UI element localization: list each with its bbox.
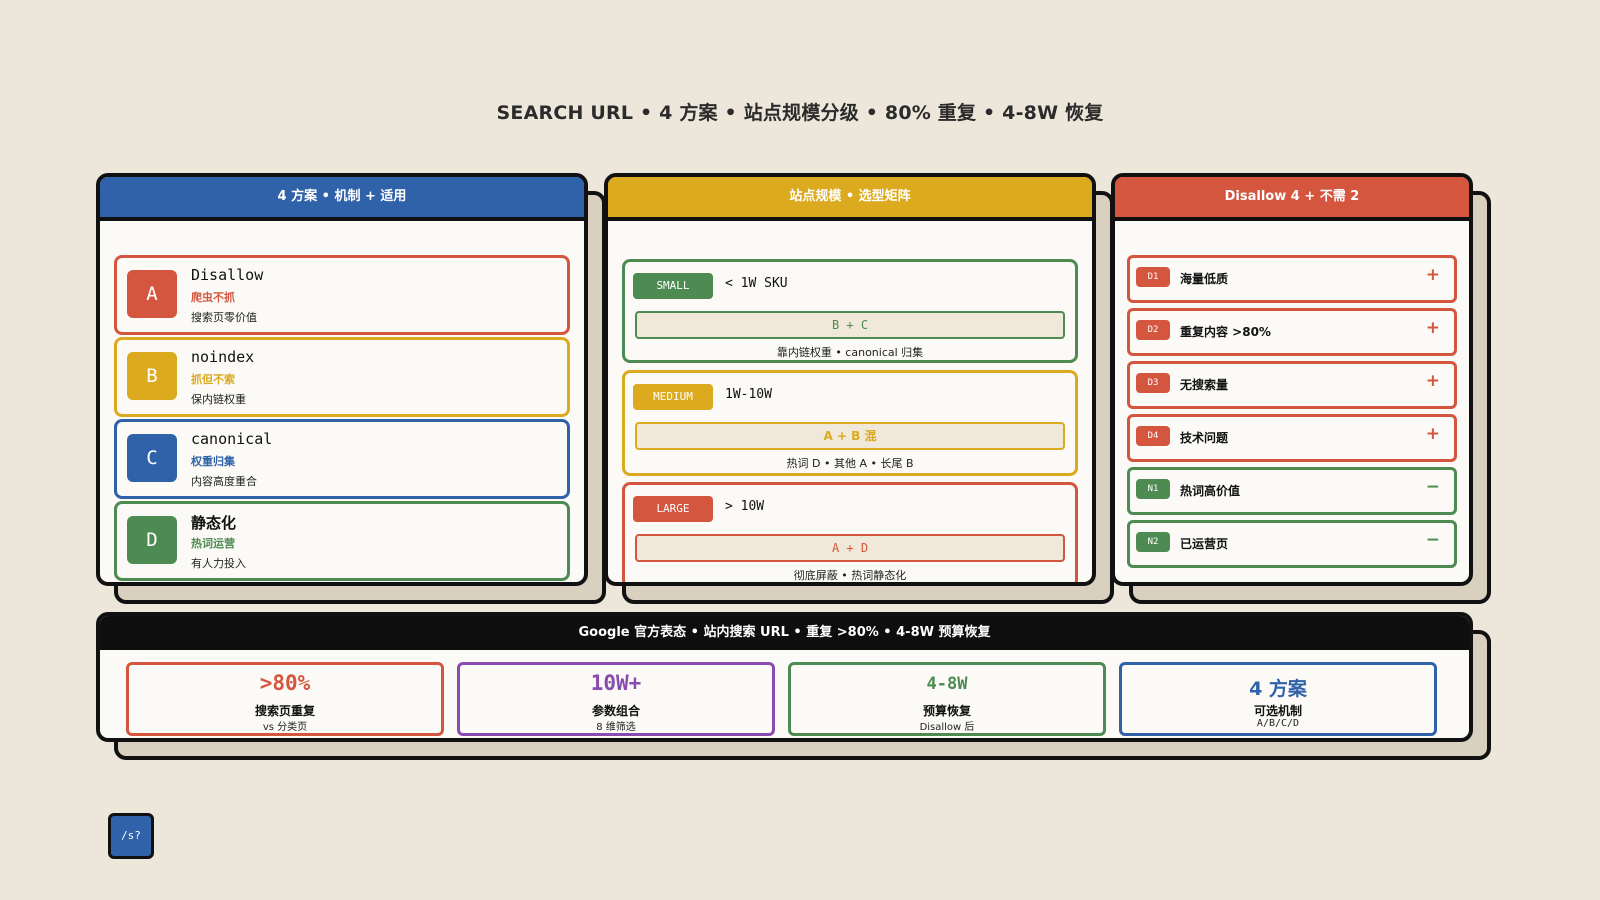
row-label: 已运营页 <box>1180 537 1229 551</box>
stat-card: 10W+ 参数组合 8 维筛选 <box>457 662 775 736</box>
stat-label: 参数组合 <box>591 704 640 718</box>
row-tag: D1 <box>1136 267 1170 287</box>
plus-icon: + <box>1425 318 1440 338</box>
stat-value: 10W+ <box>590 671 642 695</box>
size-tag: SMALL <box>633 273 713 299</box>
stat-note: A/B/C/D <box>1256 718 1300 729</box>
search-path-badge: /s? <box>108 813 154 859</box>
option-card-b: B noindex 抓但不索 保内链权重 <box>114 337 570 417</box>
option-fit: 保内链权重 <box>191 393 246 406</box>
stats-panel-header: Google 官方表态 • 站内搜索 URL • 重复 >80% • 4-8W … <box>100 616 1469 650</box>
row-label: 热词高价值 <box>1180 484 1241 498</box>
minus-icon: − <box>1425 477 1440 497</box>
size-note: 彻底屏蔽 • 热词静态化 <box>793 569 907 582</box>
size-tag: MEDIUM <box>633 384 713 410</box>
stat-value: >80% <box>259 671 311 695</box>
size-tag: LARGE <box>633 496 713 522</box>
option-card-a: A Disallow 爬虫不抓 搜索页零价值 <box>114 255 570 335</box>
option-mechanism: 抓但不索 <box>191 373 235 386</box>
size-matrix-header: 站点规模 • 选型矩阵 <box>608 177 1092 221</box>
size-matrix-panel: 站点规模 • 选型矩阵 SMALL < 1W SKU B + C 靠内链权重 •… <box>604 173 1114 604</box>
stat-value: 4 方案 <box>1249 678 1307 700</box>
option-badge: A <box>127 270 177 318</box>
size-combo: A + B 混 <box>635 422 1065 450</box>
option-mechanism: 爬虫不抓 <box>191 291 235 304</box>
option-badge: C <box>127 434 177 482</box>
size-range: > 10W <box>725 499 765 514</box>
size-card-medium: MEDIUM 1W-10W A + B 混 热词 D • 其他 A • 长尾 B <box>622 370 1078 476</box>
stat-label: 预算恢复 <box>922 704 971 718</box>
options-panel-header: 4 方案 • 机制 + 适用 <box>100 177 584 221</box>
option-card-d: D 静态化 热词运营 有人力投入 <box>114 501 570 581</box>
size-combo: B + C <box>635 311 1065 339</box>
option-fit: 内容高度重合 <box>191 475 257 488</box>
disallow-row: D3 无搜索量 + <box>1127 361 1457 409</box>
option-mechanism: 权重归集 <box>191 455 235 468</box>
option-fit: 搜索页零价值 <box>191 311 257 324</box>
row-tag: N2 <box>1136 532 1170 552</box>
size-note: 靠内链权重 • canonical 归集 <box>776 346 924 359</box>
size-card-small: SMALL < 1W SKU B + C 靠内链权重 • canonical 归… <box>622 259 1078 363</box>
option-fit: 有人力投入 <box>191 557 246 570</box>
not-needed-row: N2 已运营页 − <box>1127 520 1457 568</box>
disallow-row: D4 技术问题 + <box>1127 414 1457 462</box>
stat-label: 可选机制 <box>1253 704 1302 718</box>
option-mechanism: 热词运营 <box>191 537 235 550</box>
option-name: canonical <box>191 430 273 448</box>
row-label: 无搜索量 <box>1180 378 1229 392</box>
plus-icon: + <box>1425 424 1440 444</box>
stat-card: 4-8W 预算恢复 Disallow 后 <box>788 662 1106 736</box>
stat-value: 4-8W <box>926 674 968 694</box>
row-label: 海量低质 <box>1180 272 1229 286</box>
row-tag: D2 <box>1136 320 1170 340</box>
minus-icon: − <box>1425 530 1440 550</box>
stat-note: vs 分类页 <box>262 722 308 733</box>
row-label: 技术问题 <box>1180 431 1229 445</box>
page-title: SEARCH URL • 4 方案 • 站点规模分级 • 80% 重复 • 4-… <box>496 102 1104 124</box>
stat-card: >80% 搜索页重复 vs 分类页 <box>126 662 444 736</box>
disallow-row: D1 海量低质 + <box>1127 255 1457 303</box>
option-name: 静态化 <box>191 514 237 532</box>
option-name: Disallow <box>191 266 264 284</box>
stat-note: Disallow 后 <box>919 722 975 733</box>
disallow-row: D2 重复内容 >80% + <box>1127 308 1457 356</box>
row-tag: D4 <box>1136 426 1170 446</box>
disallow-panel: Disallow 4 + 不需 2 D1 海量低质 + D2 重复内容 >80%… <box>1111 173 1491 604</box>
stat-note: 8 维筛选 <box>596 722 636 733</box>
option-badge: D <box>127 516 177 564</box>
row-label: 重复内容 >80% <box>1180 325 1271 339</box>
stat-card: 4 方案 可选机制 A/B/C/D <box>1119 662 1437 736</box>
not-needed-row: N1 热词高价值 − <box>1127 467 1457 515</box>
size-combo: A + D <box>635 534 1065 562</box>
stat-label: 搜索页重复 <box>254 704 315 718</box>
stats-panel: Google 官方表态 • 站内搜索 URL • 重复 >80% • 4-8W … <box>96 612 1491 760</box>
option-card-c: C canonical 权重归集 内容高度重合 <box>114 419 570 499</box>
disallow-panel-header: Disallow 4 + 不需 2 <box>1115 177 1469 221</box>
size-card-large: LARGE > 10W A + D 彻底屏蔽 • 热词静态化 <box>622 482 1078 582</box>
plus-icon: + <box>1425 265 1440 285</box>
row-tag: N1 <box>1136 479 1170 499</box>
option-name: noindex <box>191 348 255 366</box>
option-badge: B <box>127 352 177 400</box>
size-range: 1W-10W <box>725 387 772 402</box>
plus-icon: + <box>1425 371 1440 391</box>
row-tag: D3 <box>1136 373 1170 393</box>
size-range: < 1W SKU <box>725 276 788 291</box>
size-note: 热词 D • 其他 A • 长尾 B <box>786 457 914 470</box>
options-panel: 4 方案 • 机制 + 适用 A Disallow 爬虫不抓 搜索页零价值 B … <box>96 173 606 604</box>
